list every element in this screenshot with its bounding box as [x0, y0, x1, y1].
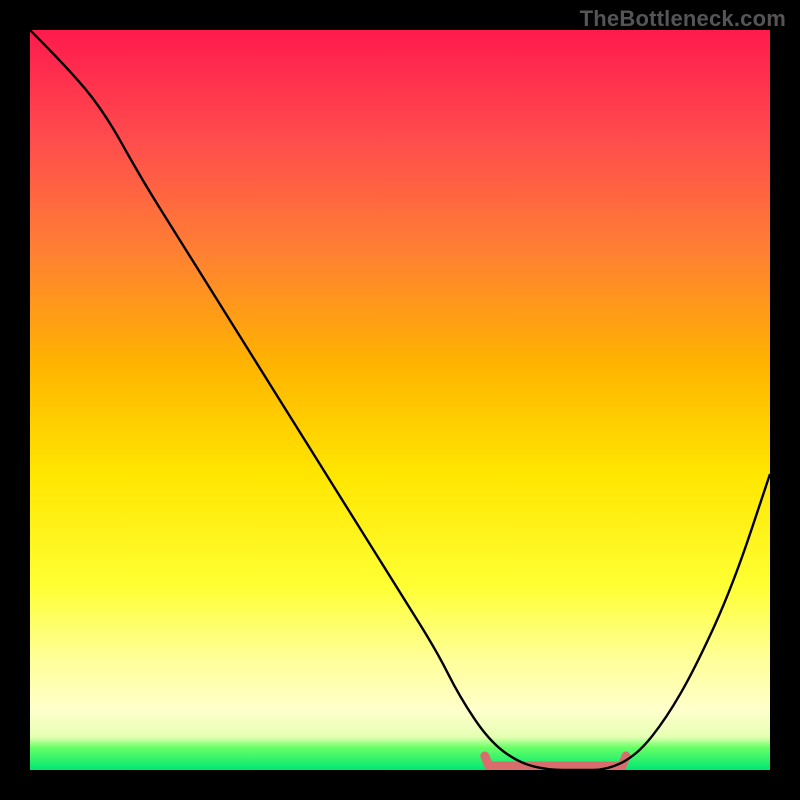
- chart-canvas: TheBottleneck.com: [0, 0, 800, 800]
- plot-area: [30, 30, 770, 770]
- curve-svg: [30, 30, 770, 770]
- watermark-text: TheBottleneck.com: [580, 6, 786, 32]
- bottleneck-curve: [30, 30, 770, 770]
- optimal-range-marker: [485, 756, 626, 766]
